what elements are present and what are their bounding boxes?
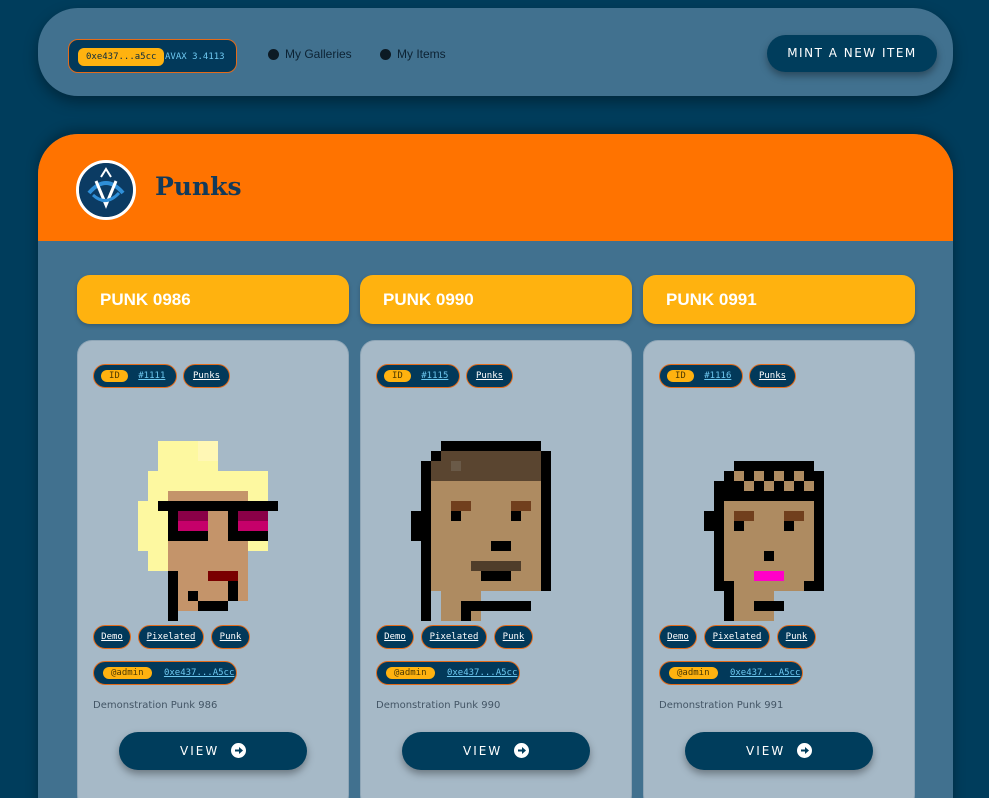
punk-image-990 xyxy=(411,441,551,621)
bullet-icon xyxy=(380,48,391,60)
view-label: VIEW xyxy=(179,744,220,758)
item-column: PUNK 0986 ID #1111 Punks Demo Pixelated … xyxy=(77,275,349,798)
nav-my-galleries[interactable]: My Galleries xyxy=(268,47,352,61)
wallet-balance: AVAX 3.4113 xyxy=(165,52,225,62)
id-link[interactable]: #1115 xyxy=(421,371,448,381)
item-title: PUNK 0986 xyxy=(77,275,349,324)
view-button[interactable]: VIEW xyxy=(402,732,590,770)
item-description: Demonstration Punk 990 xyxy=(376,700,501,711)
gallery-header: Punks xyxy=(38,134,953,241)
tag-chip[interactable]: Demo xyxy=(376,625,414,649)
item-card[interactable]: ID #1111 Punks Demo Pixelated Punk @admi… xyxy=(77,340,349,798)
id-label: ID xyxy=(384,369,411,382)
id-badge[interactable]: ID #1115 xyxy=(376,364,460,388)
item-card[interactable]: ID #1116 Punks Demo Pixelated Punk @admi… xyxy=(643,340,915,798)
tag-chip[interactable]: Punk xyxy=(494,625,533,649)
tag-chip[interactable]: Demo xyxy=(659,625,697,649)
item-column: PUNK 0990 ID #1115 Punks Demo Pixelated … xyxy=(360,275,632,798)
tag-link[interactable]: Pixelated xyxy=(430,632,479,642)
arrow-right-icon xyxy=(797,743,813,758)
view-label: VIEW xyxy=(745,744,786,758)
view-label: VIEW xyxy=(462,744,503,758)
tag-link[interactable]: Punk xyxy=(503,632,525,642)
collection-tag[interactable]: Punks xyxy=(466,364,513,388)
nav-link-label: My Galleries xyxy=(285,47,352,61)
id-label: ID xyxy=(101,369,128,382)
tag-chip[interactable]: Punk xyxy=(211,625,250,649)
nav-my-items[interactable]: My Items xyxy=(380,47,446,61)
collection-link[interactable]: Punks xyxy=(476,371,503,381)
wallet-badge[interactable]: 0xe437...a5cc AVAX 3.4113 xyxy=(68,39,237,73)
tag-chip[interactable]: Demo xyxy=(93,625,131,649)
arrow-right-icon xyxy=(231,743,247,758)
view-button[interactable]: VIEW xyxy=(685,732,873,770)
owner-link[interactable]: 0xe437...A5cc xyxy=(447,668,517,678)
punk-image-986 xyxy=(138,441,278,621)
id-badge[interactable]: ID #1116 xyxy=(659,364,743,388)
tag-link[interactable]: Pixelated xyxy=(147,632,196,642)
tag-chip[interactable]: Pixelated xyxy=(704,625,770,649)
id-link[interactable]: #1111 xyxy=(138,371,165,381)
gallery-panel: Punks PUNK 0986 ID #1111 Punks Demo Pixe… xyxy=(38,134,953,798)
owner-badge[interactable]: @admin 0xe437...A5cc xyxy=(93,661,237,685)
bullet-icon xyxy=(268,48,279,60)
tag-link[interactable]: Demo xyxy=(101,632,123,642)
item-title: PUNK 0990 xyxy=(360,275,632,324)
tag-link[interactable]: Punk xyxy=(786,632,808,642)
arrow-right-icon xyxy=(514,743,530,758)
collection-tag[interactable]: Punks xyxy=(183,364,230,388)
id-link[interactable]: #1116 xyxy=(704,371,731,381)
tag-link[interactable]: Pixelated xyxy=(713,632,762,642)
tag-chip[interactable]: Pixelated xyxy=(421,625,487,649)
collection-link[interactable]: Punks xyxy=(193,371,220,381)
owner-link[interactable]: 0xe437...A5cc xyxy=(164,668,234,678)
wallet-address: 0xe437...a5cc xyxy=(78,48,165,66)
id-label: ID xyxy=(667,369,694,382)
item-card[interactable]: ID #1115 Punks Demo Pixelated Punk @admi… xyxy=(360,340,632,798)
nav-link-label: My Items xyxy=(397,47,446,61)
gallery-title: Punks xyxy=(155,172,242,201)
collection-link[interactable]: Punks xyxy=(759,371,786,381)
tag-link[interactable]: Demo xyxy=(384,632,406,642)
owner-link[interactable]: 0xe437...A5cc xyxy=(730,668,800,678)
tag-chip[interactable]: Punk xyxy=(777,625,816,649)
punk-image-991 xyxy=(704,461,824,621)
id-badge[interactable]: ID #1111 xyxy=(93,364,177,388)
owner-label: @admin xyxy=(103,666,152,679)
item-title: PUNK 0991 xyxy=(643,275,915,324)
item-description: Demonstration Punk 986 xyxy=(93,700,218,711)
mint-new-item-button[interactable]: MINT A NEW ITEM xyxy=(767,35,937,72)
tag-link[interactable]: Demo xyxy=(667,632,689,642)
owner-badge[interactable]: @admin 0xe437...A5cc xyxy=(376,661,520,685)
gallery-logo xyxy=(76,160,136,220)
tag-chip[interactable]: Pixelated xyxy=(138,625,204,649)
view-button[interactable]: VIEW xyxy=(119,732,307,770)
collection-tag[interactable]: Punks xyxy=(749,364,796,388)
item-description: Demonstration Punk 991 xyxy=(659,700,784,711)
owner-label: @admin xyxy=(669,666,718,679)
owner-badge[interactable]: @admin 0xe437...A5cc xyxy=(659,661,803,685)
top-nav: 0xe437...a5cc AVAX 3.4113 My Galleries M… xyxy=(38,8,953,96)
owner-label: @admin xyxy=(386,666,435,679)
item-column: PUNK 0991 ID #1116 Punks Demo Pixelated … xyxy=(643,275,915,798)
tag-link[interactable]: Punk xyxy=(220,632,242,642)
